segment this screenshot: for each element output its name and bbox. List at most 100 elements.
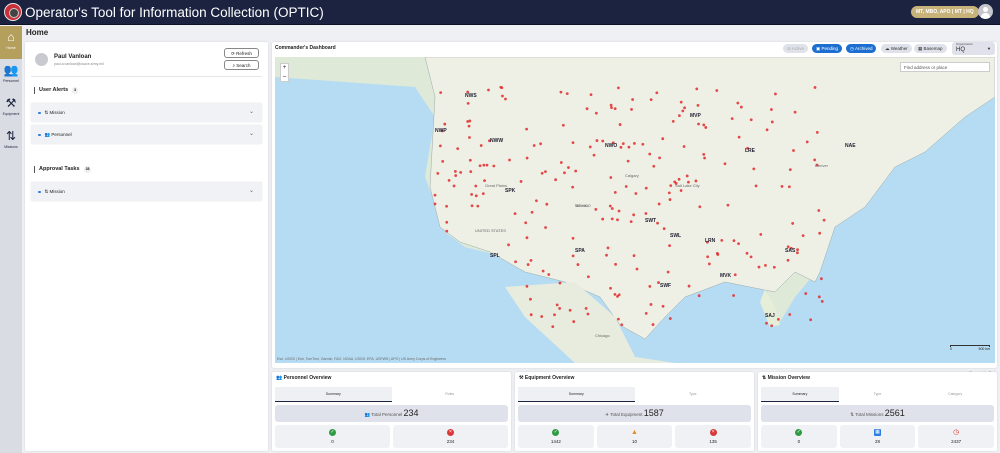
map-marker[interactable] — [529, 313, 533, 317]
map-marker[interactable] — [584, 306, 588, 310]
map-marker[interactable] — [563, 171, 566, 175]
map-marker[interactable] — [438, 144, 442, 148]
map-marker[interactable] — [669, 184, 673, 187]
map-marker[interactable] — [504, 97, 507, 101]
map-marker[interactable] — [793, 110, 797, 114]
map-marker[interactable] — [634, 192, 638, 195]
map-marker[interactable] — [757, 265, 761, 269]
map-marker[interactable] — [540, 315, 544, 318]
map-marker[interactable] — [813, 158, 817, 162]
map-marker[interactable] — [439, 91, 443, 94]
map-marker[interactable] — [809, 318, 813, 322]
map-marker[interactable] — [754, 184, 758, 188]
map-marker[interactable] — [635, 267, 639, 271]
map-marker[interactable] — [702, 152, 706, 156]
user-avatar[interactable] — [978, 4, 993, 19]
map-marker[interactable] — [720, 239, 724, 242]
map-marker[interactable] — [770, 120, 774, 124]
map-marker[interactable] — [644, 311, 648, 315]
zoom-out-button[interactable]: – — [281, 73, 288, 82]
map-marker[interactable] — [436, 171, 440, 175]
map-marker[interactable] — [478, 164, 482, 168]
weather-button[interactable]: ☁ Weather — [881, 44, 912, 53]
map-marker[interactable] — [474, 184, 478, 188]
map-marker[interactable] — [697, 294, 701, 298]
map-marker[interactable] — [715, 252, 719, 255]
map-marker[interactable] — [820, 300, 824, 303]
map-marker[interactable] — [558, 281, 562, 285]
tab-roles[interactable]: Roles — [392, 387, 509, 402]
zoom-controls[interactable]: + – — [280, 63, 289, 82]
map-marker[interactable] — [468, 136, 471, 139]
map-marker[interactable] — [613, 191, 617, 194]
approval-mission[interactable]: ⇅ Mission ⌄ — [31, 182, 262, 201]
map-marker[interactable] — [723, 162, 727, 166]
map-marker[interactable] — [469, 170, 473, 174]
map-marker[interactable] — [595, 139, 599, 142]
map-marker[interactable] — [525, 284, 529, 288]
map-marker[interactable] — [443, 122, 447, 126]
map-marker[interactable] — [677, 177, 681, 181]
map-marker[interactable] — [594, 111, 598, 115]
map-marker[interactable] — [658, 156, 661, 160]
map[interactable]: NWS NWW NWP NWO MVP LRE NAE SPK SPL SPA SWT SWL SWF L… — [275, 57, 995, 363]
map-marker[interactable] — [759, 233, 763, 236]
map-marker[interactable] — [508, 158, 511, 162]
org-badge[interactable]: MT, MBO, APO | MT | HQ — [911, 6, 979, 18]
map-marker[interactable] — [765, 128, 769, 132]
map-marker[interactable] — [681, 109, 685, 113]
stat-ok[interactable]: ✓ 1442 — [518, 425, 594, 448]
map-marker[interactable] — [576, 263, 580, 266]
map-marker[interactable] — [589, 93, 593, 97]
map-marker[interactable] — [525, 127, 529, 131]
map-marker[interactable] — [687, 284, 691, 288]
map-marker[interactable] — [792, 149, 795, 152]
map-marker[interactable] — [726, 203, 730, 207]
map-marker[interactable] — [571, 236, 575, 240]
map-marker[interactable] — [544, 170, 547, 174]
map-marker[interactable] — [707, 262, 711, 266]
map-marker[interactable] — [554, 178, 557, 182]
stat-warning[interactable]: ▲ 10 — [596, 425, 673, 448]
stat-scheduled[interactable]: ▦ 28 — [839, 425, 916, 448]
map-marker[interactable] — [791, 222, 795, 225]
map-marker[interactable] — [648, 152, 652, 156]
alert-mission[interactable]: ⇅ Mission ⌄ — [31, 103, 262, 122]
map-marker[interactable] — [513, 212, 517, 216]
map-marker[interactable] — [606, 246, 610, 250]
map-marker[interactable] — [661, 304, 665, 308]
map-marker[interactable] — [445, 204, 448, 208]
map-marker[interactable] — [433, 193, 437, 197]
map-marker[interactable] — [706, 255, 710, 259]
stat-ok[interactable]: ✓ 0 — [275, 425, 390, 448]
map-marker[interactable] — [631, 98, 635, 101]
map-marker[interactable] — [772, 265, 776, 269]
map-marker[interactable] — [795, 251, 799, 255]
sidebar-item-personnel[interactable]: 👥 Personnel — [0, 59, 22, 92]
map-marker[interactable] — [764, 263, 767, 267]
tab-summary[interactable]: Summary — [761, 387, 839, 402]
zoom-in-button[interactable]: + — [281, 64, 288, 73]
map-marker[interactable] — [627, 145, 631, 149]
map-marker[interactable] — [632, 213, 636, 217]
map-marker[interactable] — [703, 156, 707, 160]
filter-active[interactable]: ⊘ Active — [783, 44, 809, 53]
map-marker[interactable] — [540, 171, 544, 175]
map-marker[interactable] — [601, 139, 605, 143]
map-marker[interactable] — [644, 212, 648, 215]
map-search-input[interactable]: Find address or place — [900, 62, 990, 72]
map-marker[interactable] — [567, 166, 570, 169]
filter-pending[interactable]: ▣ Pending — [812, 44, 843, 53]
map-marker[interactable] — [592, 153, 596, 157]
map-marker[interactable] — [605, 253, 608, 257]
map-marker[interactable] — [555, 303, 559, 307]
map-marker[interactable] — [616, 317, 620, 321]
map-marker[interactable] — [454, 174, 458, 177]
map-marker[interactable] — [649, 303, 653, 306]
map-marker[interactable] — [610, 207, 614, 210]
map-marker[interactable] — [492, 164, 496, 168]
map-marker[interactable] — [651, 323, 655, 326]
map-marker[interactable] — [732, 239, 736, 243]
map-marker[interactable] — [614, 262, 617, 266]
sidebar-item-equipment[interactable]: ⚒ Equipment — [0, 92, 22, 125]
